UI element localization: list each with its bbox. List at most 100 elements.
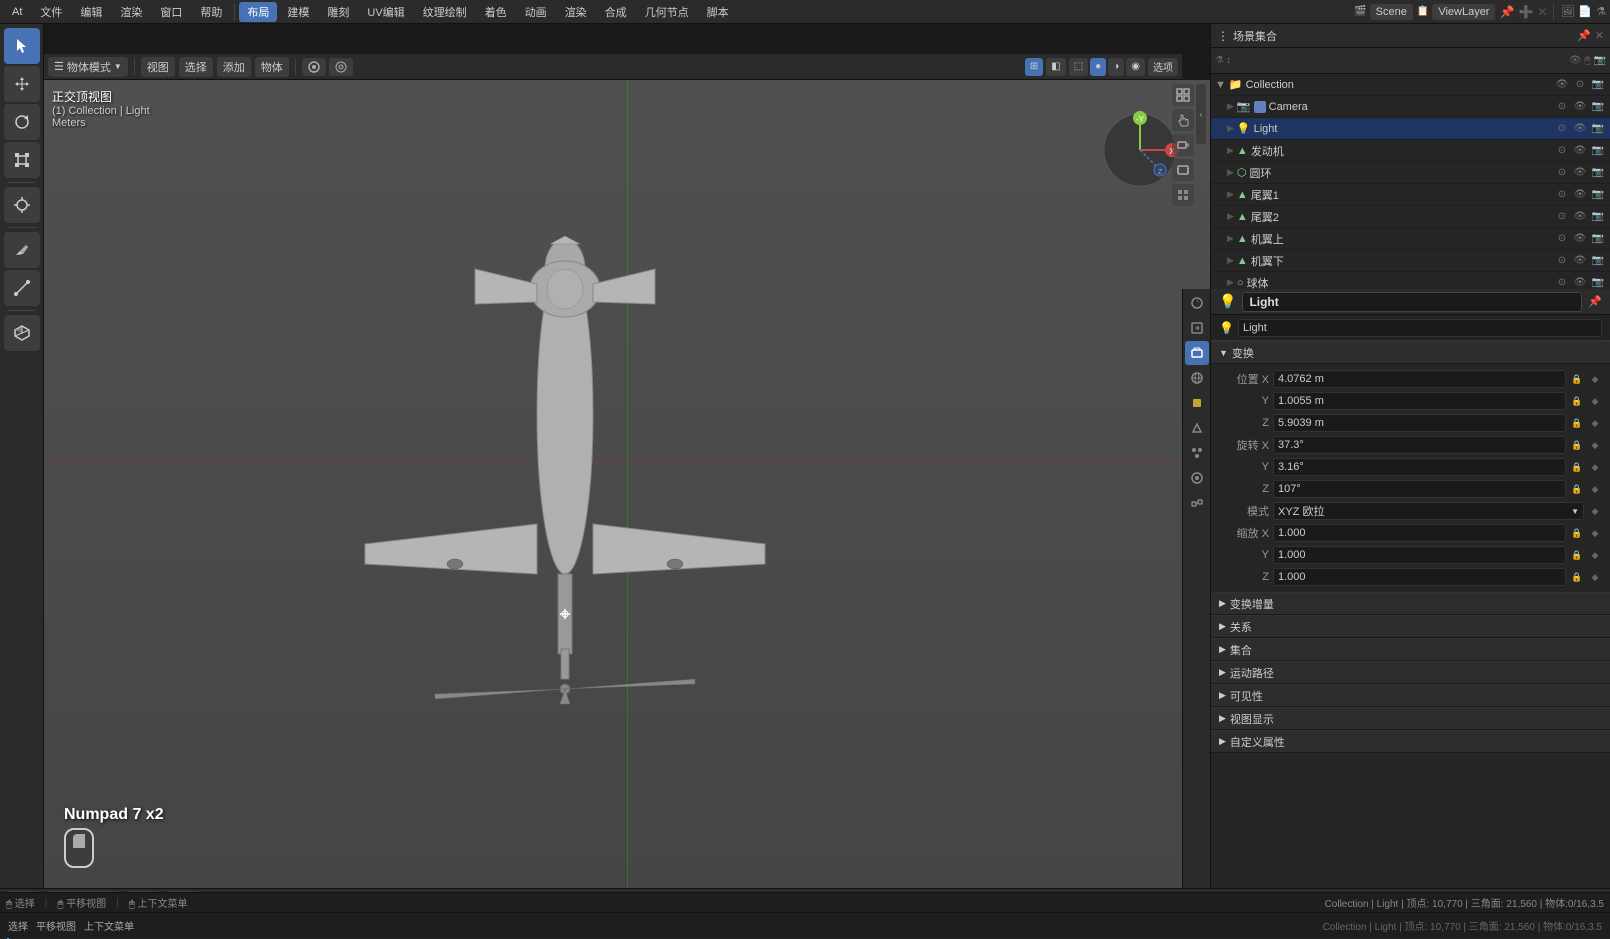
eng-hide-btn[interactable]: 👁 [1572, 143, 1588, 159]
transform-section-header[interactable]: ▼ 变换 [1211, 342, 1610, 364]
pin-icon[interactable]: 📌 [1588, 295, 1602, 308]
coll-hide-viewport-btn[interactable]: ⊙ [1572, 77, 1588, 93]
prop-tab-modifier[interactable] [1185, 416, 1209, 440]
rotation-x-anim[interactable]: ◆ [1588, 438, 1602, 452]
menu-window[interactable]: 窗口 [152, 2, 190, 22]
custom-props-header[interactable]: ▶ 自定义属性 [1211, 731, 1610, 753]
menu-render2[interactable]: 渲染 [557, 2, 595, 22]
tail1-restrict-btn[interactable]: ⊙ [1554, 187, 1570, 203]
prop-tab-output[interactable] [1185, 316, 1209, 340]
hand-tool-btn[interactable] [1172, 109, 1194, 131]
coll-render-btn[interactable]: 📷 [1590, 77, 1606, 93]
view-menu-btn[interactable]: 视图 [141, 57, 175, 77]
add-menu-btn[interactable]: 添加 [217, 57, 251, 77]
rotation-x-input[interactable]: 37.3° [1273, 436, 1566, 454]
rotation-z-anim[interactable]: ◆ [1588, 482, 1602, 496]
prop-tab-scene[interactable] [1185, 341, 1209, 365]
rotation-z-lock[interactable]: 🔒 [1570, 482, 1584, 496]
outliner-collection-root[interactable]: ▼ 📁 Collection 👁 ⊙ 📷 [1211, 74, 1610, 96]
xray-btn[interactable]: ◧ [1046, 58, 1065, 76]
camera-view-btn[interactable] [1172, 134, 1194, 156]
viewlayer-selector[interactable]: ViewLayer [1432, 4, 1495, 20]
sphere-render-btn[interactable]: 📷 [1590, 275, 1606, 290]
location-x-lock[interactable]: 🔒 [1570, 372, 1584, 386]
eng-restrict-btn[interactable]: ⊙ [1554, 143, 1570, 159]
ring-restrict-btn[interactable]: ⊙ [1554, 165, 1570, 181]
object-mode-selector[interactable]: ☰ 物体模式 ▼ [48, 57, 128, 77]
motion-path-header[interactable]: ▶ 运动路径 [1211, 662, 1610, 684]
scale-x-lock[interactable]: 🔒 [1570, 526, 1584, 540]
cam-hide-btn[interactable]: 👁 [1572, 99, 1588, 115]
n-panel-toggle[interactable]: ‹ [1196, 84, 1206, 144]
outliner-item-sphere[interactable]: ▶ ○ 球体 ⊙ 👁 📷 [1211, 272, 1610, 289]
scale-x-anim[interactable]: ◆ [1588, 526, 1602, 540]
viewport-display-header[interactable]: ▶ 视图显示 [1211, 708, 1610, 730]
navigation-gizmo[interactable]: -Y X Z [1100, 110, 1180, 190]
scale-y-input[interactable]: 1.000 [1273, 546, 1566, 564]
location-y-lock[interactable]: 🔒 [1570, 394, 1584, 408]
render-btn[interactable]: ◉ [1126, 58, 1145, 76]
transform-delta-header[interactable]: ▶ 变换增量 [1211, 593, 1610, 615]
movie-view-btn[interactable] [1172, 159, 1194, 181]
menu-render[interactable]: 渲染 [112, 2, 150, 22]
add-cube-tool[interactable] [4, 315, 40, 351]
grid-view-btn[interactable] [1172, 184, 1194, 206]
outliner-item-ring[interactable]: ▶ ⬡ 圆环 ⊙ 👁 📷 [1211, 162, 1610, 184]
rotation-y-lock[interactable]: 🔒 [1570, 460, 1584, 474]
relations-header[interactable]: ▶ 关系 [1211, 616, 1610, 638]
rotation-y-anim[interactable]: ◆ [1588, 460, 1602, 474]
viewport-scene[interactable]: 正交顶视图 (1) Collection | Light Meters Nump… [44, 80, 1210, 888]
menu-geonodes[interactable]: 几何节点 [637, 2, 697, 22]
outliner-item-light[interactable]: ▶ 💡 Light ⊙ 👁 📷 [1211, 118, 1610, 140]
prop-tab-constraints[interactable] [1185, 491, 1209, 515]
proportional-btn[interactable] [329, 58, 353, 76]
location-x-input[interactable]: 4.0762 m [1273, 370, 1566, 388]
measure-tool[interactable] [4, 270, 40, 306]
outliner-expand-icon[interactable]: ✕ [1595, 29, 1604, 42]
visibility-header[interactable]: ▶ 可见性 [1211, 685, 1610, 707]
select-menu-btn[interactable]: 选择 [179, 57, 213, 77]
rotation-mode-dropdown[interactable]: XYZ 欧拉 ▼ [1273, 502, 1584, 520]
solid-btn[interactable]: ● [1090, 58, 1106, 76]
options-btn[interactable]: 选项 [1148, 58, 1178, 76]
prop-tab-particles[interactable] [1185, 441, 1209, 465]
snap-btn[interactable] [302, 58, 326, 76]
tail2-restrict-btn[interactable]: ⊙ [1554, 209, 1570, 225]
tail1-hide-btn[interactable]: 👁 [1572, 187, 1588, 203]
menu-animation[interactable]: 动画 [517, 2, 555, 22]
cam-render-btn[interactable]: 📷 [1590, 99, 1606, 115]
outliner-item-wing-up[interactable]: ▶ ▲ 机翼上 ⊙ 👁 📷 [1211, 228, 1610, 250]
select-tool[interactable] [4, 28, 40, 64]
scale-x-input[interactable]: 1.000 [1273, 524, 1566, 542]
wingup-restrict-btn[interactable]: ⊙ [1554, 231, 1570, 247]
location-z-anim[interactable]: ◆ [1588, 416, 1602, 430]
eng-render-btn[interactable]: 📷 [1590, 143, 1606, 159]
wingdn-restrict-btn[interactable]: ⊙ [1554, 253, 1570, 269]
rotate-tool[interactable] [4, 104, 40, 140]
scale-z-input[interactable]: 1.000 [1273, 568, 1566, 586]
ring-hide-btn[interactable]: 👁 [1572, 165, 1588, 181]
scene-selector[interactable]: Scene [1370, 4, 1413, 20]
location-y-input[interactable]: 1.0055 m [1273, 392, 1566, 410]
collection-header[interactable]: ▶ 集合 [1211, 639, 1610, 661]
wingup-render-btn[interactable]: 📷 [1590, 231, 1606, 247]
scale-y-anim[interactable]: ◆ [1588, 548, 1602, 562]
menu-compositing[interactable]: 合成 [597, 2, 635, 22]
tail1-render-btn[interactable]: 📷 [1590, 187, 1606, 203]
tail2-render-btn[interactable]: 📷 [1590, 209, 1606, 225]
menu-edit[interactable]: 编辑 [72, 2, 110, 22]
scale-z-lock[interactable]: 🔒 [1570, 570, 1584, 584]
prop-tab-object[interactable] [1185, 391, 1209, 415]
scale-tool[interactable] [4, 142, 40, 178]
menu-at[interactable]: At [4, 4, 30, 20]
wingup-hide-btn[interactable]: 👁 [1572, 231, 1588, 247]
light-restrict-btn[interactable]: ⊙ [1554, 121, 1570, 137]
zoom-extents-btn[interactable] [1172, 84, 1194, 106]
wingdn-render-btn[interactable]: 📷 [1590, 253, 1606, 269]
outliner-item-engine[interactable]: ▶ ▲ 发动机 ⊙ 👁 📷 [1211, 140, 1610, 162]
location-z-input[interactable]: 5.9039 m [1273, 414, 1566, 432]
menu-texture[interactable]: 纹理绘制 [415, 2, 475, 22]
mode-anim[interactable]: ◆ [1588, 504, 1602, 518]
rotation-x-lock[interactable]: 🔒 [1570, 438, 1584, 452]
overlay-btn[interactable]: ⊞ [1025, 58, 1043, 76]
